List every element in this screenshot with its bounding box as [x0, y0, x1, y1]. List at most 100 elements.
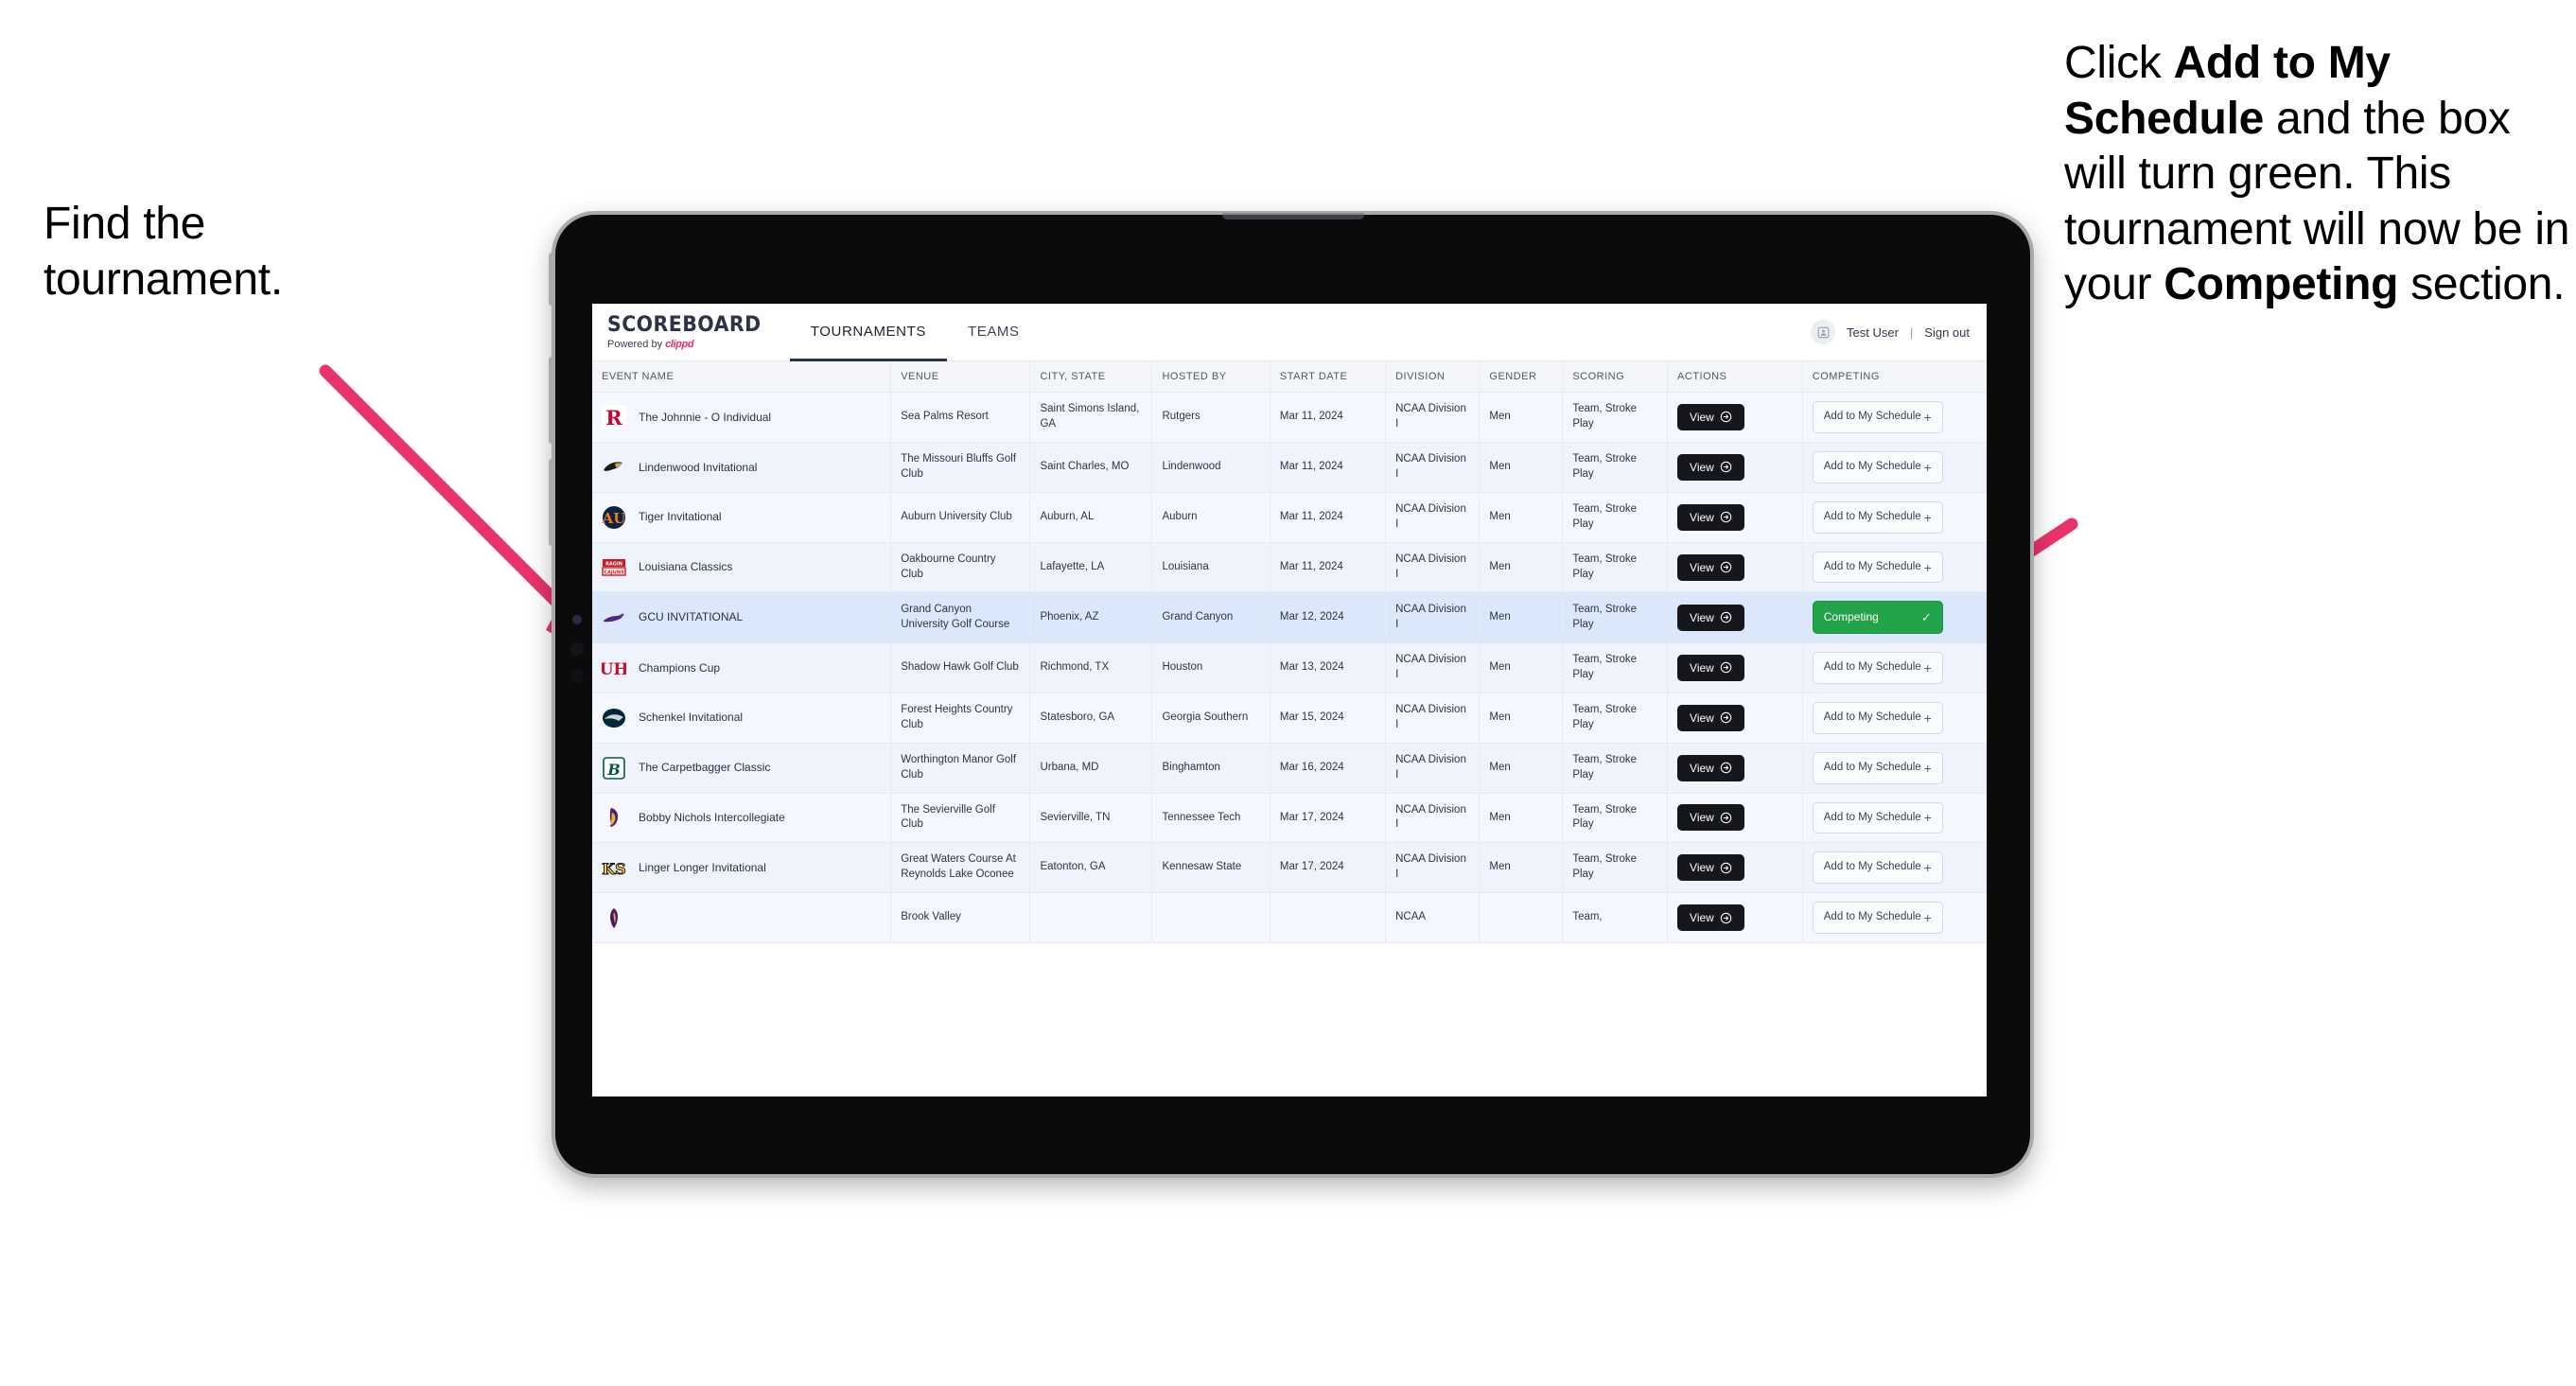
cell-competing: Competing ✓ — [1802, 591, 1987, 643]
cell-scoring: Team, Stroke Play — [1562, 442, 1669, 493]
cell-venue: Oakbourne Country Club — [890, 542, 1031, 593]
view-button-label: View — [1690, 911, 1714, 925]
tab-tournaments[interactable]: TOURNAMENTS — [789, 304, 947, 361]
add-to-my-schedule-button[interactable]: Add to My Schedule + — [1812, 701, 1943, 734]
cell-competing: Add to My Schedule + — [1802, 442, 1987, 493]
add-to-my-schedule-label: Add to My Schedule — [1823, 660, 1921, 673]
cell-division: NCAA Division I — [1385, 743, 1481, 794]
brand-logo[interactable]: SCOREBOARD Powered by clippd — [592, 304, 790, 360]
cell-gender: Men — [1479, 442, 1564, 493]
annotation-emphasis: Competing — [2164, 259, 2399, 310]
powered-by-label: Powered by — [607, 338, 666, 350]
table-row[interactable]: Bobby Nichols Intercollegiate The Sevierv… — [592, 793, 1987, 844]
cell-division: NCAA Division I — [1385, 591, 1481, 643]
user-avatar-icon[interactable] — [1811, 320, 1835, 344]
view-button[interactable]: View — [1677, 604, 1744, 631]
view-button[interactable]: View — [1677, 654, 1744, 681]
view-button[interactable]: View — [1677, 704, 1744, 731]
event-name-label: Louisiana Classics — [639, 560, 733, 574]
annotation-find-tournament: Find the tournament. — [44, 199, 283, 305]
table-row[interactable]: Lindenwood Invitational The Missouri Bluf… — [592, 442, 1987, 493]
view-button[interactable]: View — [1677, 403, 1744, 430]
view-button[interactable]: View — [1677, 804, 1744, 832]
volume-down-button[interactable] — [549, 459, 555, 546]
col-venue: VENUE — [890, 361, 1031, 393]
event-name-label: GCU INVITATIONAL — [639, 610, 744, 624]
cell-hosted-by: Tennessee Tech — [1151, 793, 1270, 844]
col-division: DIVISION — [1385, 361, 1481, 393]
plus-icon: + — [1923, 559, 1932, 575]
add-to-my-schedule-label: Add to My Schedule — [1823, 460, 1921, 472]
tournaments-table-container[interactable]: EVENT NAME VENUE CITY, STATE HOSTED BY S… — [592, 361, 1987, 1097]
add-to-my-schedule-button[interactable]: Add to My Schedule + — [1812, 651, 1943, 684]
cell-actions: View — [1667, 591, 1803, 643]
arrow-right-circle-icon — [1720, 411, 1732, 423]
cell-scoring: Team, Stroke Play — [1562, 392, 1669, 443]
brand-subtitle: Powered by clippd — [607, 339, 773, 350]
table-row[interactable]: AU Tiger Invitational Auburn University Cl… — [592, 492, 1987, 543]
tab-teams[interactable]: TEAMS — [947, 304, 1041, 361]
cell-city-state: Eatonton, GA — [1029, 842, 1153, 894]
cell-event-name: RAGIN CAJUNS Louisiana Classics — [592, 542, 892, 593]
cell-actions: View — [1667, 392, 1803, 443]
cell-event-name — [592, 892, 892, 944]
view-button[interactable]: View — [1677, 503, 1744, 531]
cell-city-state: Phoenix, AZ — [1029, 591, 1153, 643]
add-to-my-schedule-label: Add to My Schedule — [1823, 411, 1921, 422]
cell-actions: View — [1667, 642, 1803, 693]
cell-scoring: Team, — [1562, 892, 1669, 944]
cell-hosted-by: Louisiana — [1151, 542, 1270, 593]
add-to-my-schedule-button[interactable]: Add to My Schedule + — [1812, 551, 1943, 584]
table-row[interactable]: RAGIN CAJUNS Louisiana Classics Oakbourne C… — [592, 542, 1987, 593]
add-to-my-schedule-button[interactable]: Add to My Schedule + — [1812, 401, 1943, 433]
cell-actions: View — [1667, 542, 1803, 593]
add-to-my-schedule-button[interactable]: Add to My Schedule + — [1812, 500, 1943, 534]
table-row[interactable]: KS Linger Longer Invitational Great Waters… — [592, 842, 1987, 894]
arrow-right-circle-icon — [1720, 862, 1732, 874]
view-button[interactable]: View — [1677, 904, 1744, 932]
view-button[interactable]: View — [1677, 854, 1744, 882]
power-button[interactable] — [549, 253, 555, 306]
event-name-label: Tiger Invitational — [639, 510, 722, 524]
cell-event-name: R The Johnnie - O Individual — [592, 392, 892, 443]
cell-scoring: Team, Stroke Play — [1562, 693, 1669, 744]
view-button-label: View — [1690, 811, 1714, 825]
cell-gender: Men — [1479, 793, 1564, 844]
event-name-label: The Carpetbagger Classic — [639, 761, 771, 775]
svg-text:CAJUNS: CAJUNS — [604, 570, 624, 575]
cell-city-state: Lafayette, LA — [1029, 542, 1153, 593]
cell-actions: View — [1667, 693, 1803, 744]
cell-gender — [1479, 892, 1564, 944]
svg-text:KS: KS — [602, 860, 625, 878]
event-name-label: Lindenwood Invitational — [639, 460, 758, 474]
add-to-my-schedule-button[interactable]: Add to My Schedule + — [1812, 751, 1943, 784]
view-button[interactable]: View — [1677, 754, 1744, 781]
cell-venue: Great Waters Course At Reynolds Lake Oco… — [890, 842, 1031, 894]
event-name-label: Champions Cup — [639, 660, 721, 675]
cell-event-name: Lindenwood Invitational — [592, 442, 892, 493]
add-to-my-schedule-button[interactable]: Add to My Schedule + — [1812, 902, 1943, 935]
col-actions: ACTIONS — [1667, 361, 1803, 393]
table-row[interactable]: B The Carpetbagger Classic Worthington Man… — [592, 743, 1987, 794]
event-name-label: Bobby Nichols Intercollegiate — [639, 811, 785, 825]
arrow-right-circle-icon — [1720, 461, 1732, 473]
table-row[interactable]: R The Johnnie - O Individual Sea Palms Res… — [592, 392, 1987, 443]
plus-icon: + — [1923, 710, 1932, 726]
table-row[interactable]: Brook Valley NCAA Team, View Add to My Sched… — [592, 892, 1987, 944]
table-row[interactable]: UH Champions Cup Shadow Hawk Golf Club Rich… — [592, 642, 1987, 693]
view-button[interactable]: View — [1677, 453, 1744, 481]
cell-hosted-by: Binghamton — [1151, 743, 1270, 794]
competing-button[interactable]: Competing ✓ — [1812, 601, 1943, 634]
sign-out-link[interactable]: Sign out — [1924, 325, 1970, 340]
volume-up-button[interactable] — [549, 357, 555, 444]
sensor-dot — [572, 615, 582, 624]
view-button[interactable]: View — [1677, 553, 1744, 581]
add-to-my-schedule-button[interactable]: Add to My Schedule + — [1812, 801, 1943, 834]
add-to-my-schedule-button[interactable]: Add to My Schedule + — [1812, 450, 1943, 483]
table-row[interactable]: Schenkel Invitational Forest Heights Coun… — [592, 693, 1987, 744]
add-to-my-schedule-button[interactable]: Add to My Schedule + — [1812, 851, 1943, 885]
cell-division: NCAA Division I — [1385, 642, 1481, 693]
table-row[interactable]: GCU INVITATIONAL Grand Canyon University … — [592, 591, 1987, 643]
add-to-my-schedule-label: Add to My Schedule — [1823, 711, 1921, 723]
cell-hosted-by — [1151, 892, 1270, 944]
